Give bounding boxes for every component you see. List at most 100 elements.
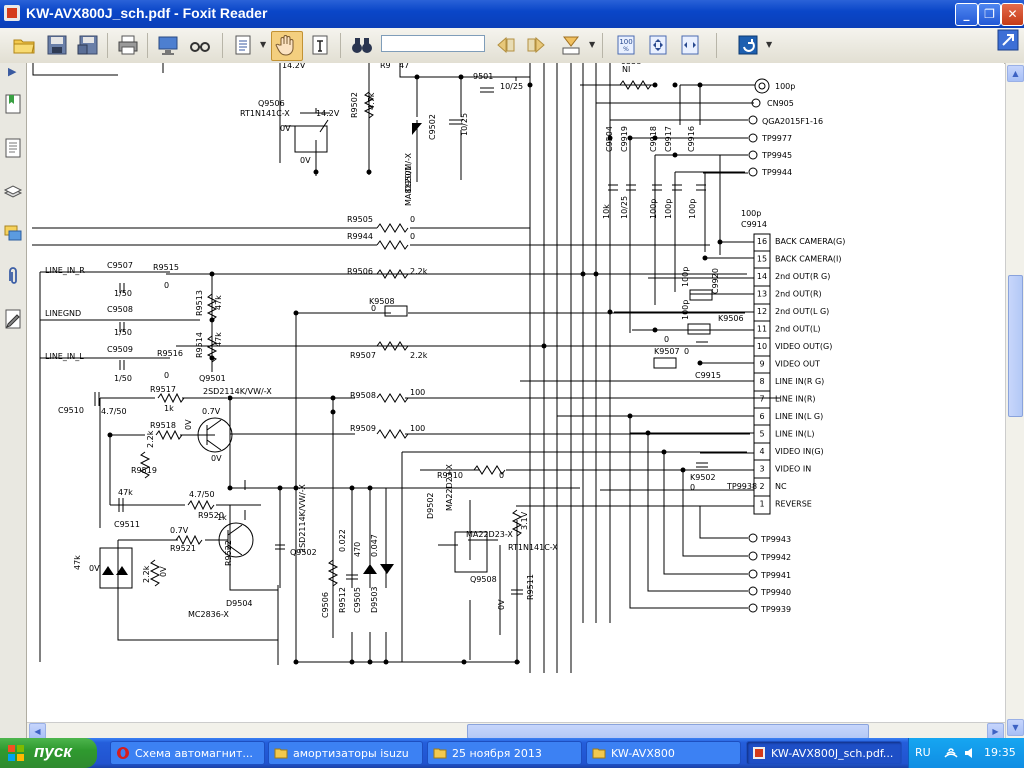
actual-size-icon[interactable]: 100% [614, 33, 638, 57]
schematic-label: R9509 [350, 424, 376, 433]
taskbar-item-foxit[interactable]: KW-AVX800J_sch.pdf... [746, 741, 902, 765]
schematic-label: 2SD2114K/VW/-X [203, 387, 272, 396]
foxit-icon [753, 747, 765, 759]
open-folder-icon[interactable] [12, 33, 36, 57]
svg-text:100: 100 [619, 38, 632, 46]
schematic-label: 100p [775, 82, 795, 91]
connector-pin-number: 10 [757, 342, 767, 351]
schematic-label: 1k [217, 513, 227, 522]
bookmarks-icon[interactable] [3, 93, 23, 115]
schematic-label: TP9977 [761, 134, 792, 143]
save-as-icon[interactable] [76, 33, 100, 57]
document-view[interactable]: 14.2VR947950110/259558NIQ9506RT1N141C-X1… [27, 63, 1004, 724]
opera-icon [117, 747, 129, 759]
language-indicator[interactable]: RU [915, 746, 931, 759]
fullscreen-icon[interactable] [156, 33, 180, 57]
connector-pin-label: VIDEO IN(G) [775, 447, 824, 456]
schematic-label: 0 [410, 232, 415, 241]
connector-pin-number: 6 [759, 412, 764, 421]
start-button[interactable]: пуск [0, 738, 97, 768]
schematic-label: 0V [497, 599, 506, 610]
connector-pin-number: 15 [757, 255, 767, 264]
schematic-label: R9513 [195, 290, 204, 316]
connector-pin-number: 5 [759, 430, 764, 439]
close-button[interactable]: ✕ [1001, 3, 1024, 26]
taskbar-item-folder-kw[interactable]: KW-AVX800 [586, 741, 741, 765]
start-label: пуск [34, 742, 72, 761]
collapse-pane-arrow-icon[interactable]: ▶ [8, 65, 16, 78]
reader-view-icon[interactable] [188, 33, 212, 57]
schematic-label: C9505 [353, 587, 362, 613]
volume-icon[interactable] [963, 745, 979, 761]
folder-icon [592, 748, 606, 759]
title-bar: KW-AVX800J_sch.pdf - Foxit Reader _ ❐ ✕ [0, 0, 1024, 28]
find-previous-icon[interactable] [494, 33, 518, 57]
horizontal-scrollbar[interactable]: ◀ ▶ [27, 722, 1005, 740]
schematic-label: 100p [688, 199, 697, 219]
foxit-app-icon[interactable] [4, 5, 20, 21]
layers-icon[interactable] [3, 181, 23, 203]
text-select-tool-icon[interactable] [308, 33, 332, 57]
schematic-label: C9504 [605, 126, 614, 152]
schematic-label: C9916 [687, 126, 696, 152]
vertical-scrollbar[interactable]: ▲ ▼ [1005, 63, 1024, 738]
schematic-label: Q9501 [199, 374, 226, 383]
schematic-label: R9508 [350, 391, 376, 400]
schematic-label: 1/50 [114, 328, 132, 337]
schematic-label: C9915 [695, 371, 721, 380]
minimize-button[interactable]: _ [955, 3, 978, 26]
find-binoculars-icon[interactable] [350, 33, 374, 57]
print-icon[interactable] [116, 33, 140, 57]
highlight-find-icon[interactable] [559, 33, 583, 57]
schematic-label: RT1N141C-X [508, 543, 558, 552]
schematic-label: 10/25 [500, 82, 523, 91]
signature-icon[interactable] [3, 308, 23, 330]
schematic-label: C9511 [114, 520, 140, 529]
schematic-label: 0V [89, 564, 100, 573]
schematic-label: 10/25 [620, 196, 629, 219]
taskbar-item-folder-isuzu[interactable]: амортизаторы isuzu [268, 741, 423, 765]
schematic-label: 2.2k [142, 565, 151, 583]
vertical-scroll-thumb[interactable] [1008, 275, 1023, 417]
comments-icon[interactable] [3, 223, 23, 245]
schematic-label: R9517 [150, 385, 176, 394]
find-next-icon[interactable] [524, 33, 548, 57]
horizontal-scroll-thumb[interactable] [467, 724, 869, 739]
schematic-label: RT1N141C-X [240, 109, 290, 118]
schematic-label: 4.7/50 [101, 407, 127, 416]
expand-icon[interactable] [996, 28, 1020, 52]
scroll-up-button[interactable]: ▲ [1007, 65, 1024, 82]
schematic-label: 0 [371, 304, 376, 313]
schematic-label: R9514 [195, 332, 204, 358]
system-tray: RU 19:35 [908, 738, 1024, 768]
schematic-drawing: 14.2VR947950110/259558NIQ9506RT1N141C-X1… [32, 63, 845, 673]
connector-pin-label: 2nd OUT(L G) [775, 307, 829, 316]
select-text-icon[interactable] [231, 33, 255, 57]
connector-pin-label: 2nd OUT(L) [775, 325, 821, 334]
connector-pin-label: NC [775, 482, 787, 491]
rotate-view-icon[interactable] [736, 33, 760, 57]
connector-pin-number: 8 [759, 377, 764, 386]
schematic-label: 1/50 [114, 289, 132, 298]
taskbar-item-opera[interactable]: Схема автомагнит... [110, 741, 265, 765]
attachments-paperclip-icon[interactable] [3, 265, 23, 287]
taskbar-item-folder-date[interactable]: 25 ноября 2013 [427, 741, 582, 765]
scroll-down-button[interactable]: ▼ [1007, 719, 1024, 736]
schematic-label: 10k [602, 204, 611, 219]
schematic-label: R9505 [347, 215, 373, 224]
save-icon[interactable] [45, 33, 69, 57]
schematic-label: TP9942 [760, 553, 791, 562]
connector-pin-number: 7 [759, 395, 764, 404]
fit-page-icon[interactable] [646, 33, 670, 57]
schematic-label: 14.2V [316, 109, 340, 118]
schematic-label: 0V [184, 419, 193, 430]
schematic-label: MA22D23-X [445, 464, 454, 511]
network-icon[interactable] [943, 745, 959, 761]
connector-pin-label: LINE IN(L) [775, 430, 814, 439]
search-input[interactable] [381, 35, 485, 52]
schematic-label: 0.022 [338, 529, 347, 552]
pages-thumbnail-icon[interactable] [3, 137, 23, 159]
fit-width-icon[interactable] [678, 33, 702, 57]
maximize-button[interactable]: ❐ [978, 3, 1001, 26]
schematic-label: 0 [164, 281, 169, 290]
